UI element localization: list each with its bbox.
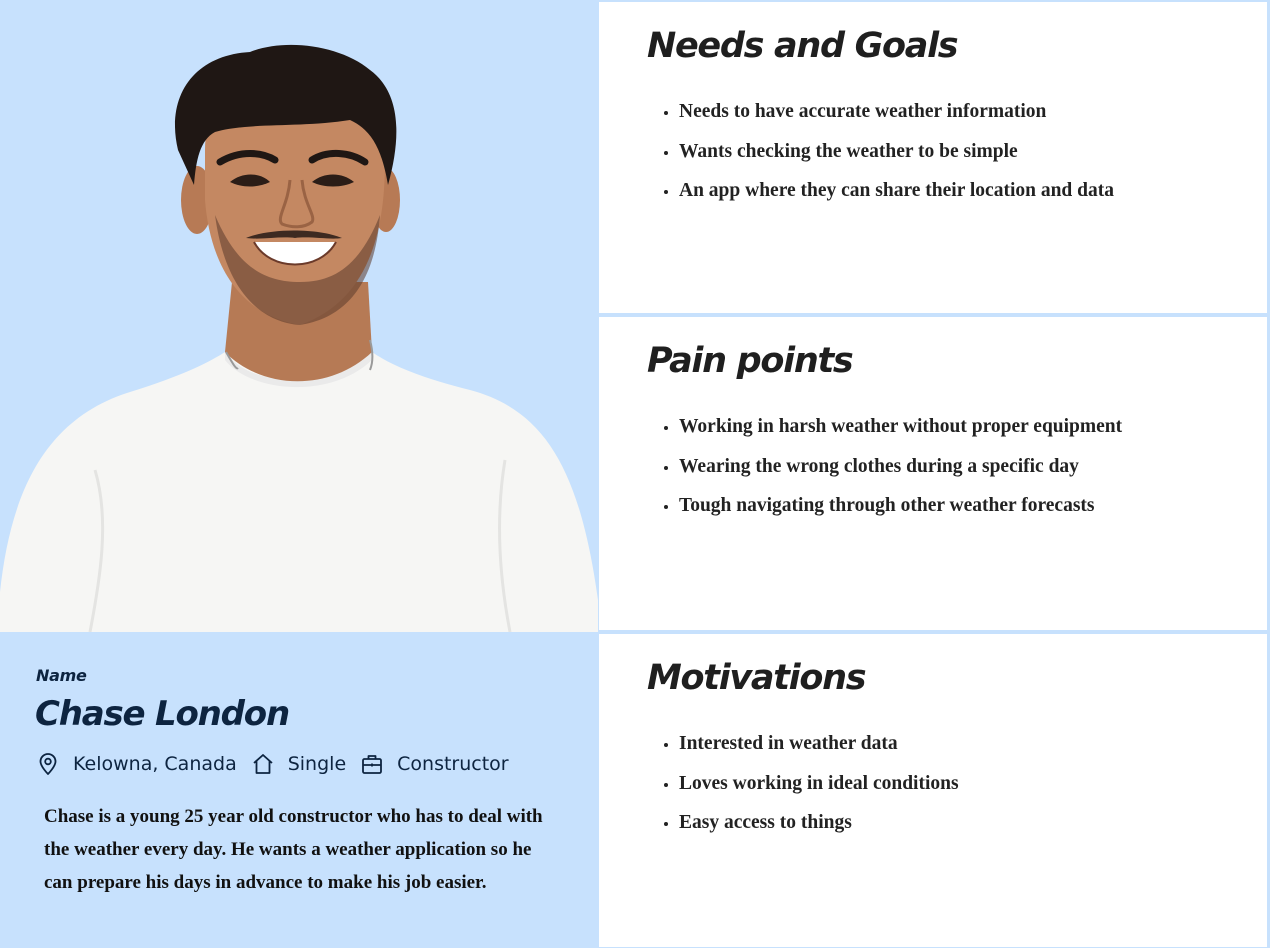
pain-list: Working in harsh weather without proper … xyxy=(654,413,1122,532)
motivations-card: Motivations Interested in weather data L… xyxy=(599,634,1267,947)
persona-panel: Name Chase London Kelowna, Canada Single… xyxy=(0,0,598,948)
persona-occupation: Constructor xyxy=(397,753,509,775)
briefcase-icon xyxy=(360,752,384,776)
section-title: Needs and Goals xyxy=(647,26,959,66)
persona-name: Chase London xyxy=(35,694,290,734)
persona-bio: Chase is a young 25 year old constructor… xyxy=(44,806,543,893)
list-item: Needs to have accurate weather informati… xyxy=(679,98,1114,138)
list-item: Tough navigating through other weather f… xyxy=(679,492,1122,532)
list-item: Loves working in ideal conditions xyxy=(679,770,959,810)
name-label: Name xyxy=(36,666,87,685)
persona-photo xyxy=(0,0,598,632)
list-item: An app where they can share their locati… xyxy=(679,177,1114,217)
persona-status: Single xyxy=(287,753,347,775)
location-pin-icon xyxy=(36,752,60,776)
pain-points-card: Pain points Working in harsh weather wit… xyxy=(599,317,1267,630)
section-title: Motivations xyxy=(647,658,867,698)
home-icon xyxy=(251,752,275,776)
section-title: Pain points xyxy=(647,341,854,381)
list-item: Wants checking the weather to be simple xyxy=(679,138,1114,178)
list-item: Interested in weather data xyxy=(679,730,959,770)
persona-meta: Kelowna, Canada Single Constructor xyxy=(36,750,523,778)
persona-location: Kelowna, Canada xyxy=(73,753,237,775)
needs-goals-card: Needs and Goals Needs to have accurate w… xyxy=(599,2,1267,313)
needs-list: Needs to have accurate weather informati… xyxy=(654,98,1114,217)
list-item: Wearing the wrong clothes during a speci… xyxy=(679,453,1122,493)
motivations-list: Interested in weather data Loves working… xyxy=(654,730,959,849)
list-item: Easy access to things xyxy=(679,809,959,849)
list-item: Working in harsh weather without proper … xyxy=(679,413,1122,453)
